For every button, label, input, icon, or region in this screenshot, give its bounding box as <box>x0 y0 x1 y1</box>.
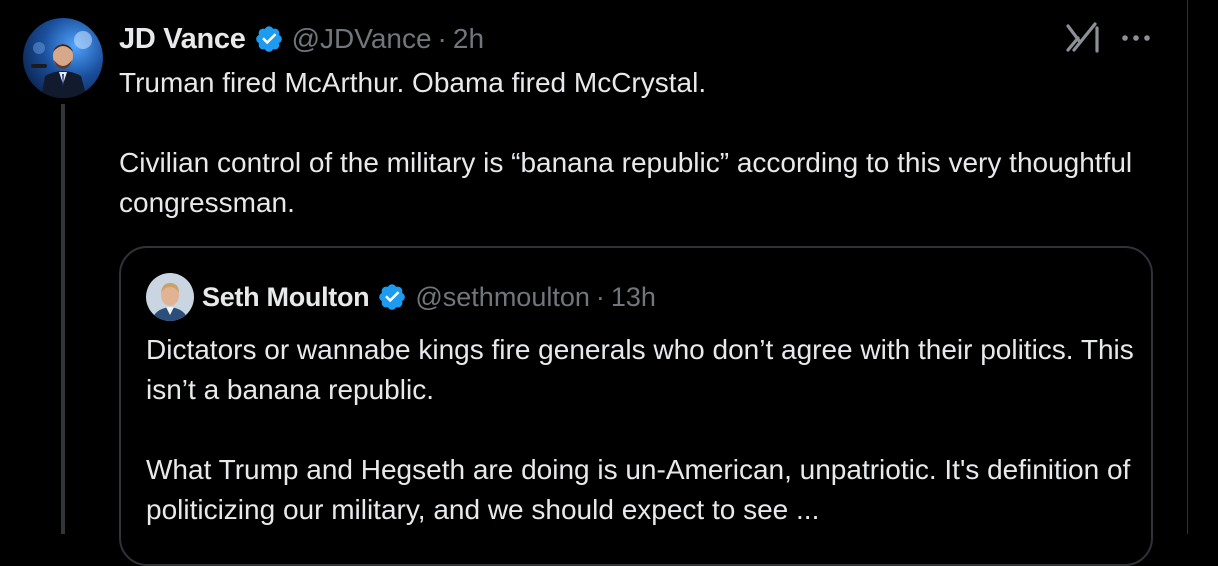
tweet-text-paragraph-2: Civilian control of the military is “ban… <box>119 147 1133 218</box>
thread-connector-line <box>61 104 65 534</box>
verified-badge-icon[interactable] <box>377 282 407 312</box>
author-avatar[interactable] <box>23 18 103 98</box>
author-name[interactable]: JD Vance <box>119 23 246 56</box>
quote-text-paragraph-1: Dictators or wannabe kings fire generals… <box>146 334 1134 405</box>
tweet-timestamp[interactable]: 2h <box>453 23 484 55</box>
quoted-tweet-card[interactable]: Seth Moulton @sethmoulton · 13h Dictator… <box>119 246 1153 566</box>
quote-author-avatar[interactable] <box>146 273 194 321</box>
tweet-body: Truman fired McArthur. Obama fired McCry… <box>119 63 1159 223</box>
quote-text-paragraph-2: What Trump and Hegseth are doing is un-A… <box>146 454 1131 525</box>
quote-body: Dictators or wannabe kings fire generals… <box>146 330 1136 530</box>
quote-author-handle[interactable]: @sethmoulton <box>415 282 590 313</box>
tweet-text-line-1: Truman fired McArthur. Obama fired McCry… <box>119 67 707 98</box>
quote-author-name[interactable]: Seth Moulton <box>202 282 370 313</box>
verified-badge-icon[interactable] <box>254 24 284 54</box>
more-dots-icon[interactable] <box>1118 24 1154 52</box>
grok-icon[interactable] <box>1064 20 1102 56</box>
tweet-header: JD Vance @JDVance · 2h <box>119 19 484 59</box>
timeline-right-border <box>1187 0 1188 534</box>
header-separator: · <box>437 23 447 54</box>
author-handle[interactable]: @JDVance <box>292 23 432 55</box>
quote-header: Seth Moulton @sethmoulton · 13h <box>202 277 656 317</box>
quote-header-separator: · <box>595 281 605 312</box>
quote-timestamp[interactable]: 13h <box>611 282 656 313</box>
